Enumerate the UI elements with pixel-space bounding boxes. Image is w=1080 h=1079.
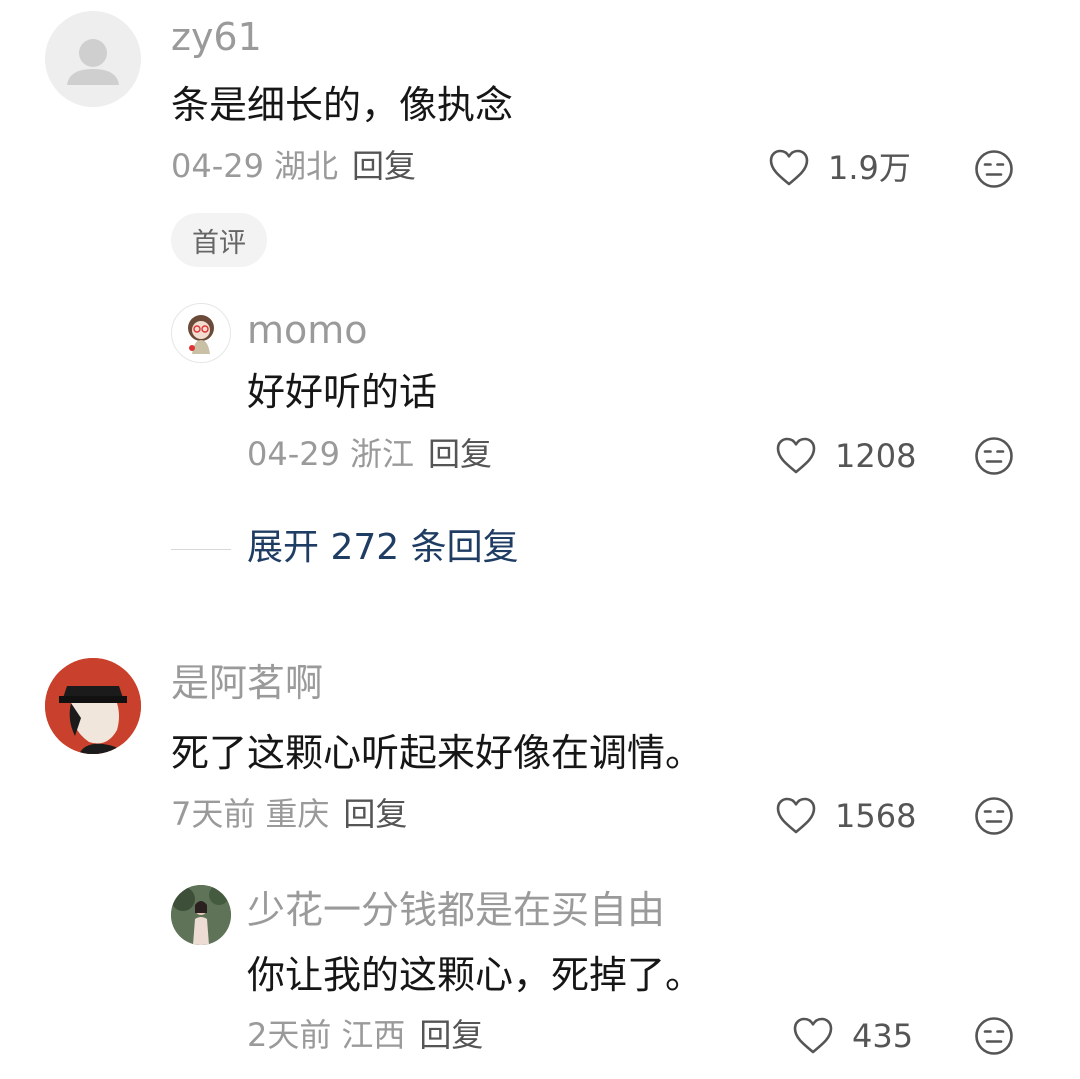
- avatar[interactable]: [171, 885, 231, 945]
- like-count: 1.9万: [828, 149, 911, 187]
- like-button[interactable]: 1208: [775, 436, 916, 476]
- comment-username[interactable]: 是阿茗啊: [171, 664, 323, 702]
- neutral-face-icon[interactable]: [974, 796, 1014, 836]
- heart-outline-icon: [793, 1017, 833, 1054]
- reply-meta: 2天前 江西 回复: [247, 1019, 483, 1051]
- comment-date: 7天前: [171, 795, 256, 833]
- reply-meta: 04-29 浙江 回复: [247, 438, 492, 470]
- reply-username[interactable]: momo: [247, 311, 368, 349]
- reply-button[interactable]: 回复: [419, 1016, 483, 1054]
- comment-username[interactable]: zy61: [171, 18, 262, 56]
- reply-text: 你让我的这颗心，死掉了。: [247, 953, 704, 997]
- reply-date: 2天前: [247, 1016, 332, 1054]
- comment-text: 条是细长的，像执念: [171, 83, 514, 127]
- like-count: 1568: [835, 797, 917, 835]
- reply-date: 04-29: [247, 435, 340, 473]
- like-button[interactable]: 1568: [775, 796, 916, 836]
- comment-location: 重庆: [265, 795, 330, 833]
- neutral-face-icon[interactable]: [974, 436, 1014, 476]
- reply-button[interactable]: 回复: [343, 795, 407, 833]
- reply-username[interactable]: 少花一分钱都是在买自由: [247, 891, 665, 929]
- like-count: 435: [852, 1017, 914, 1055]
- heart-outline-icon: [776, 797, 816, 834]
- expand-divider: [171, 549, 231, 550]
- reply-button[interactable]: 回复: [352, 147, 416, 185]
- heart-outline-icon: [769, 149, 809, 186]
- neutral-face-icon[interactable]: [974, 1016, 1014, 1056]
- expand-replies-link[interactable]: 展开 272 条回复: [247, 530, 519, 566]
- heart-outline-icon: [776, 437, 816, 474]
- comment-location: 湖北: [273, 147, 338, 185]
- reply-button[interactable]: 回复: [428, 435, 492, 473]
- default-user-icon: [67, 39, 119, 85]
- neutral-face-icon[interactable]: [974, 149, 1014, 189]
- reply-location: 浙江: [349, 435, 414, 473]
- like-count: 1208: [835, 437, 917, 475]
- avatar[interactable]: [45, 11, 141, 107]
- like-button[interactable]: 435: [792, 1016, 913, 1056]
- avatar[interactable]: [171, 303, 231, 363]
- comment-meta: 04-29 湖北 回复: [171, 150, 416, 182]
- avatar[interactable]: [45, 658, 141, 754]
- comment-date: 04-29: [171, 147, 264, 185]
- reply-text: 好好听的话: [247, 370, 438, 414]
- illustrated-man-avatar-icon: [45, 658, 141, 754]
- photo-avatar-icon: [171, 885, 231, 945]
- like-button[interactable]: 1.9万: [768, 148, 911, 188]
- reply-location: 江西: [341, 1016, 406, 1054]
- first-comment-badge: 首评: [171, 213, 267, 267]
- comment-text: 死了这颗心听起来好像在调情。: [171, 731, 704, 775]
- cartoon-girl-avatar-icon: [188, 315, 214, 354]
- comment-meta: 7天前 重庆 回复: [171, 798, 407, 830]
